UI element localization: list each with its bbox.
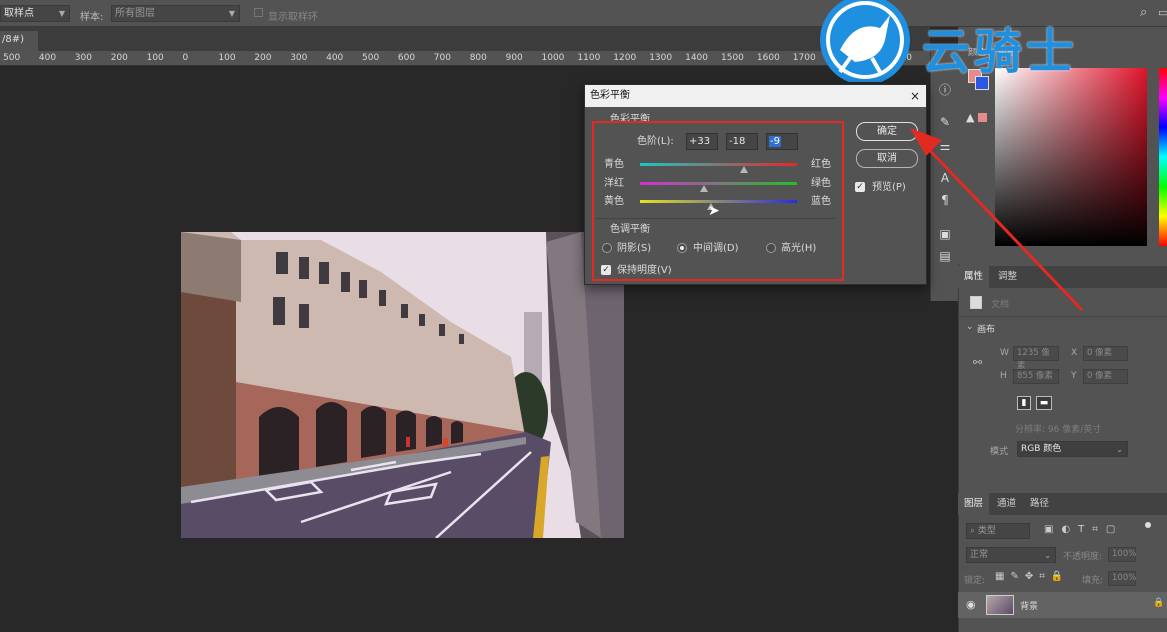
layer-filter-icons[interactable]: ▣◐T⌗▢	[1044, 524, 1123, 535]
ruler-tick-label: 1000	[541, 53, 565, 63]
width-label: W	[1000, 348, 1009, 358]
layer-name: 背景	[1020, 602, 1039, 612]
annotation-arrow	[910, 128, 1084, 312]
landscape-orientation-icon[interactable]: ▬	[1036, 396, 1052, 410]
ruler-tick-label: 600	[397, 53, 416, 63]
ruler-tick-label: 1600	[756, 53, 780, 63]
ruler-tick-label: 700	[433, 53, 451, 63]
layer-kind-value: 类型	[977, 526, 996, 536]
chevron-down-icon: ▼	[58, 9, 65, 18]
show-ring-label: 显示取样环	[268, 12, 318, 23]
dialog-title: 色彩平衡	[590, 90, 630, 101]
search-icon: ⌕	[970, 526, 978, 536]
blend-mode-value: 正常	[970, 550, 989, 560]
tab-channels[interactable]: 通道	[991, 493, 1022, 515]
filter-toggle-icon[interactable]	[1145, 522, 1151, 528]
ruler-tick-label: 200	[110, 53, 128, 63]
fill-label: 填充:	[1082, 576, 1104, 586]
width-field[interactable]: 1235 像素	[1013, 346, 1059, 371]
layers-tabs: 图层 通道 路径	[958, 493, 1167, 515]
sample-size-value: 取样点	[4, 8, 34, 19]
sample-layers-select[interactable]: 所有图层 ▼	[111, 5, 240, 22]
street-photo	[181, 232, 624, 538]
sample-layers-value: 所有图层	[115, 8, 155, 19]
x-field[interactable]: 0 像素	[1083, 346, 1128, 361]
ruler-tick-label: 500	[362, 53, 380, 63]
height-label: H	[1000, 371, 1007, 381]
tab-layers[interactable]: 图层	[958, 493, 990, 515]
hue-slider[interactable]	[1159, 68, 1167, 246]
lock-icons[interactable]: ▦✎✥⌗🔒	[995, 571, 1069, 582]
link-icon[interactable]: ⚯	[973, 356, 982, 369]
layer-row[interactable]: ◉ 背景 🔒	[958, 592, 1167, 618]
ruler-tick-label: 300	[74, 53, 92, 63]
ruler-tick-label: 800	[469, 53, 487, 63]
fill-field[interactable]: 100%	[1108, 571, 1136, 586]
layer-kind-filter[interactable]: ⌕ 类型	[966, 523, 1030, 539]
chevron-down-icon[interactable]: ⌄	[966, 322, 974, 332]
show-ring-checkbox[interactable]	[254, 8, 263, 17]
y-field[interactable]: 0 像素	[1083, 369, 1128, 384]
lock-icon: 🔒	[1153, 598, 1165, 608]
lock-label: 锁定:	[964, 576, 986, 586]
brand-logo-text: 云骑士	[922, 24, 1079, 80]
color-balance-dialog: 色彩平衡 × 色彩平衡 色阶(L): +33 -18 -9 青色 红色 洋红 绿…	[584, 84, 927, 285]
brand-watermark: 云骑士	[810, 0, 1167, 85]
ruler-tick-label: 1200	[613, 53, 637, 63]
height-field[interactable]: 855 像素	[1013, 369, 1059, 384]
x-label: X	[1071, 348, 1078, 358]
dialog-titlebar: 色彩平衡 ×	[585, 85, 926, 107]
sample-size-select[interactable]: 取样点 ▼	[0, 5, 70, 22]
resolution-text: 分辨率: 96 像素/英寸	[1015, 425, 1102, 435]
portrait-orientation-icon[interactable]: ▮	[1017, 396, 1031, 410]
ruler-tick-label: 400	[326, 53, 344, 63]
mode-value: RGB 颜色	[1021, 444, 1062, 454]
ruler-tick-label: 500	[3, 53, 21, 63]
opacity-label: 不透明度:	[1063, 552, 1103, 562]
info-icon[interactable]: ⓘ	[936, 81, 954, 99]
ruler-tick-label: 100	[218, 53, 236, 63]
canvas-section-title: 画布	[977, 325, 996, 335]
blend-mode-select[interactable]: 正常 ⌄	[966, 547, 1056, 563]
ruler-tick-label: 200	[254, 53, 272, 63]
document-tab-title: /8#)	[2, 34, 25, 45]
highlight-box	[592, 121, 844, 281]
ruler-tick-label: 300	[290, 53, 308, 63]
ruler-tick-label: 1300	[649, 53, 673, 63]
chevron-down-icon: ▼	[228, 9, 235, 18]
ruler-tick-label: 1100	[577, 53, 601, 63]
opacity-field[interactable]: 100%	[1108, 547, 1136, 562]
preview-checkbox[interactable]: ✓	[855, 182, 865, 192]
ruler-tick-label: 400	[38, 53, 57, 63]
ruler-tick-label: 100	[146, 53, 164, 63]
sample-label: 样本:	[80, 12, 104, 23]
chevron-down-icon: ⌄	[1116, 445, 1123, 454]
layer-thumbnail	[986, 595, 1014, 615]
ruler-tick-label: 0	[182, 53, 189, 63]
chevron-down-icon: ⌄	[1044, 551, 1051, 560]
tab-paths[interactable]: 路径	[1024, 493, 1055, 515]
close-icon[interactable]: ×	[910, 85, 920, 107]
document-tab[interactable]: /8#) ×	[0, 31, 38, 63]
divider	[958, 316, 1167, 317]
ruler-tick-label: 1400	[685, 53, 708, 63]
ruler-tick-label: 1500	[721, 53, 744, 63]
eye-icon[interactable]: ◉	[966, 598, 976, 611]
document-tab-bar	[0, 27, 930, 51]
y-label: Y	[1071, 371, 1077, 381]
mode-select[interactable]: RGB 颜色 ⌄	[1017, 441, 1128, 457]
horizontal-ruler: 500 400 300 200 100 0 100 200 300 400 500 600 700 800…	[0, 51, 930, 66]
ruler-tick-label: 900	[505, 53, 523, 63]
mode-label: 模式	[990, 447, 1009, 457]
